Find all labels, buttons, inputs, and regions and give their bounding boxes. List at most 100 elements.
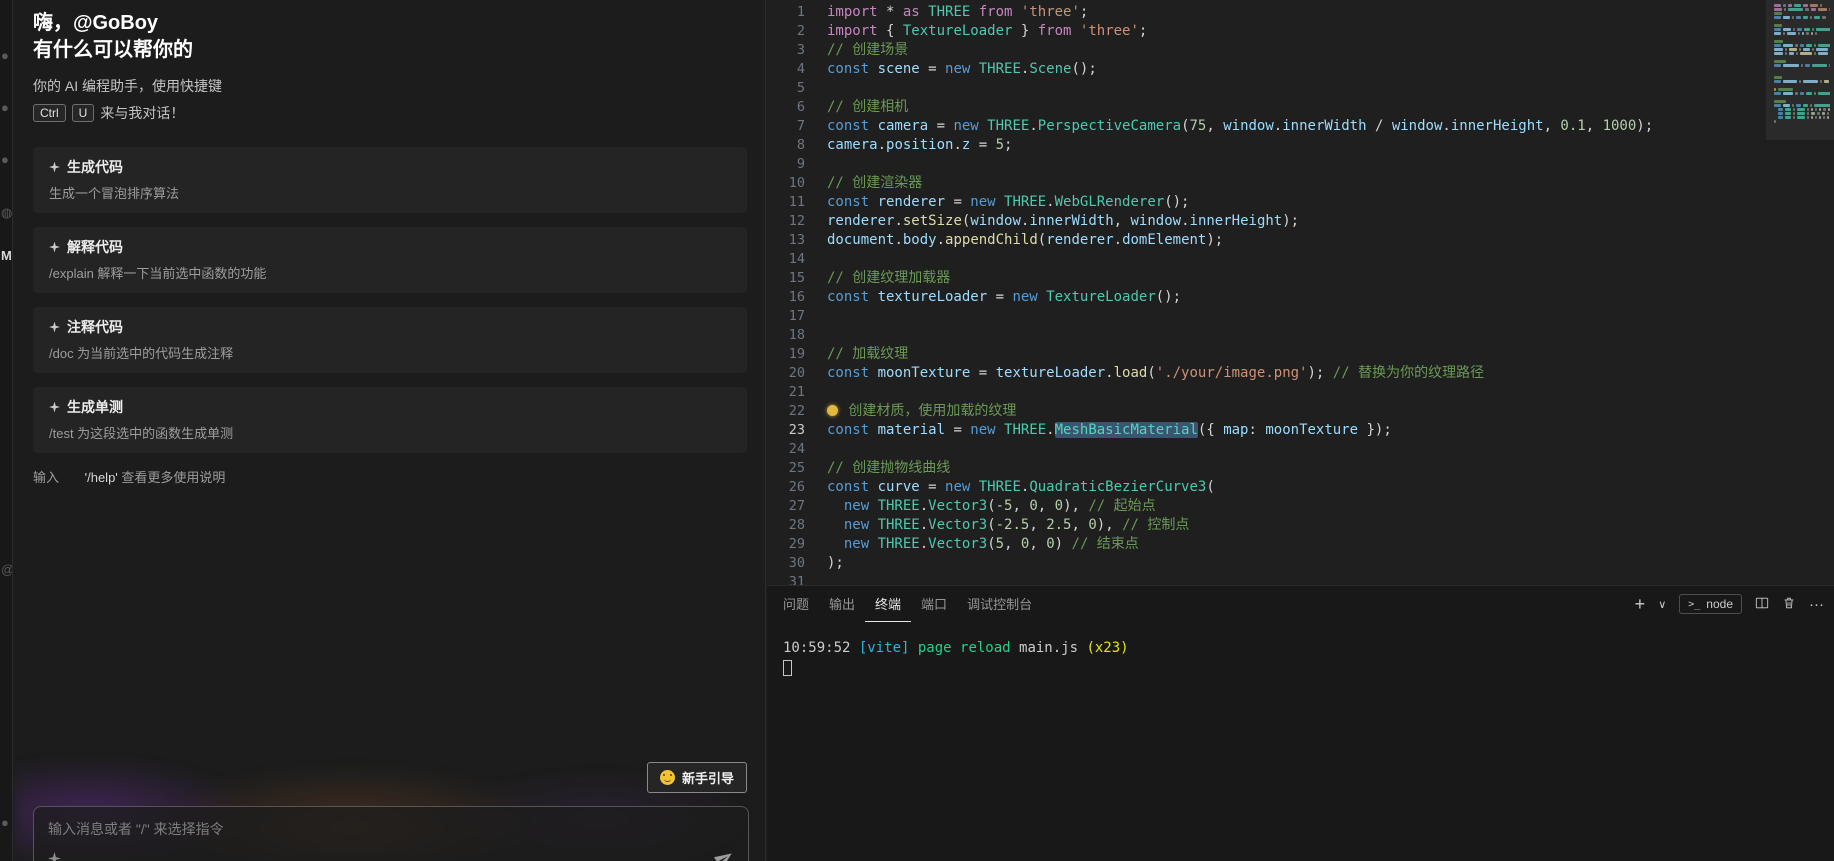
chat-input[interactable]: 输入消息或者 "/" 来选择指令 (33, 806, 749, 861)
card-desc: /explain 解释一下当前选中函数的功能 (49, 265, 731, 282)
code-line[interactable]: 14 (767, 250, 1834, 269)
panel-tab[interactable]: 终端 (865, 586, 911, 622)
line-number: 19 (767, 345, 805, 364)
card-title: 解释代码 (67, 238, 123, 256)
code-line[interactable]: 18 (767, 326, 1834, 345)
line-number: 31 (767, 573, 805, 585)
activity-bar-icon[interactable]: ◍ (1, 205, 13, 221)
new-terminal-icon[interactable]: + (1635, 595, 1646, 613)
card-title-row: 生成代码 (49, 158, 731, 176)
help-hint-prefix: 输入 (33, 470, 63, 485)
sparkle-icon[interactable] (48, 852, 61, 861)
terminal-profile-chip[interactable]: >_ node (1679, 594, 1742, 614)
code-line[interactable]: 7const camera = new THREE.PerspectiveCam… (767, 117, 1834, 136)
panel-tab[interactable]: 调试控制台 (957, 586, 1042, 622)
code-line[interactable]: 13document.body.appendChild(renderer.dom… (767, 231, 1834, 250)
code-line[interactable]: 12renderer.setSize(window.innerWidth, wi… (767, 212, 1834, 231)
line-number: 30 (767, 554, 805, 573)
chevron-down-icon[interactable]: ∨ (1658, 600, 1666, 611)
more-icon[interactable]: ··· (1809, 597, 1824, 612)
send-icon[interactable] (715, 849, 734, 861)
line-number: 12 (767, 212, 805, 231)
split-terminal-icon[interactable] (1755, 596, 1769, 613)
sparkle-icon (49, 242, 60, 253)
onboarding-button[interactable]: 新手引导 (647, 762, 747, 793)
code-line[interactable]: 28 new THREE.Vector3(-2.5, 2.5, 0), // 控… (767, 516, 1834, 535)
activity-bar-icon[interactable]: ● (1, 152, 13, 167)
code-line[interactable]: 9 (767, 155, 1834, 174)
code-line[interactable]: 10// 创建渲染器 (767, 174, 1834, 193)
code-line[interactable]: 24 (767, 440, 1834, 459)
line-number: 14 (767, 250, 805, 269)
code-line[interactable]: 20const moonTexture = textureLoader.load… (767, 364, 1834, 383)
app-window: ● ● ● ◍ M @ ● 嗨，@GoBoy 有什么可以帮你的 你的 AI 编程助手，使用快… (0, 0, 1834, 861)
ai-assistant-panel: 嗨，@GoBoy 有什么可以帮你的 你的 AI 编程助手，使用快捷键 Ctrl … (13, 0, 766, 861)
code-line[interactable]: 1import * as THREE from 'three'; (767, 3, 1834, 22)
code-line[interactable]: 16const textureLoader = new TextureLoade… (767, 288, 1834, 307)
smiley-icon (660, 770, 675, 785)
trash-icon[interactable] (1782, 596, 1796, 613)
code-line[interactable]: 2import { TextureLoader } from 'three'; (767, 22, 1834, 41)
card-generate-tests[interactable]: 生成单测 /test 为这段选中的函数生成单测 (33, 387, 747, 453)
code-line[interactable]: 6// 创建相机 (767, 98, 1834, 117)
card-desc: /test 为这段选中的函数生成单测 (49, 425, 731, 442)
code-editor[interactable]: 1import * as THREE from 'three';2import … (767, 0, 1834, 585)
panel-tab[interactable]: 端口 (911, 586, 957, 622)
code-line[interactable]: 19// 加载纹理 (767, 345, 1834, 364)
bottom-panel: 问题输出终端端口调试控制台 + ∨ >_ node ··· (767, 585, 1834, 861)
code-line[interactable]: 11const renderer = new THREE.WebGLRender… (767, 193, 1834, 212)
card-title: 注释代码 (67, 318, 123, 336)
activity-bar-icon[interactable]: ● (1, 48, 13, 63)
line-number: 1 (767, 3, 805, 22)
card-comment-code[interactable]: 注释代码 /doc 为当前选中的代码生成注释 (33, 307, 747, 373)
code-line[interactable]: 17 (767, 307, 1834, 326)
line-number: 15 (767, 269, 805, 288)
code-line[interactable]: 23const material = new THREE.MeshBasicMa… (767, 421, 1834, 440)
panel-controls: + ∨ >_ node ··· (1635, 586, 1824, 622)
code-line[interactable]: 26const curve = new THREE.QuadraticBezie… (767, 478, 1834, 497)
shortcut-hint-text: 来与我对话！ (100, 103, 184, 123)
code-line[interactable]: 15// 创建纹理加载器 (767, 269, 1834, 288)
minimap[interactable] (1766, 0, 1834, 260)
card-desc: 生成一个冒泡排序算法 (49, 185, 731, 202)
code-line[interactable]: 3// 创建场景 (767, 41, 1834, 60)
shortcut-hint: Ctrl U 来与我对话！ (33, 103, 747, 123)
card-title: 生成代码 (67, 158, 123, 176)
card-explain-code[interactable]: 解释代码 /explain 解释一下当前选中函数的功能 (33, 227, 747, 293)
activity-bar-icon[interactable]: ● (1, 100, 13, 115)
code-line[interactable]: 31 (767, 573, 1834, 585)
line-number: 22 (767, 402, 805, 421)
line-number: 26 (767, 478, 805, 497)
key-ctrl: Ctrl (33, 104, 66, 122)
code-line[interactable]: 21 (767, 383, 1834, 402)
assistant-greeting: 嗨，@GoBoy 有什么可以帮你的 (33, 10, 747, 64)
code-line[interactable]: 30); (767, 554, 1834, 573)
line-number: 21 (767, 383, 805, 402)
line-number: 16 (767, 288, 805, 307)
line-number: 13 (767, 231, 805, 250)
code-line[interactable]: 27 new THREE.Vector3(-5, 0, 0), // 起始点 (767, 497, 1834, 516)
terminal[interactable]: 10:59:52 [vite] page reload main.js (x23… (767, 622, 1834, 676)
lightbulb-icon[interactable] (827, 405, 838, 416)
code-line[interactable]: 25// 创建抛物线曲线 (767, 459, 1834, 478)
code-lines: 1import * as THREE from 'three';2import … (767, 0, 1834, 585)
code-line[interactable]: 5 (767, 79, 1834, 98)
card-generate-code[interactable]: 生成代码 生成一个冒泡排序算法 (33, 147, 747, 213)
panel-tab[interactable]: 输出 (819, 586, 865, 622)
code-line[interactable]: 4const scene = new THREE.Scene(); (767, 60, 1834, 79)
line-number: 11 (767, 193, 805, 212)
code-line[interactable]: 29 new THREE.Vector3(5, 0, 0) // 结束点 (767, 535, 1834, 554)
code-line[interactable]: 8camera.position.z = 5; (767, 136, 1834, 155)
sparkle-icon (49, 162, 60, 173)
panel-tabbar: 问题输出终端端口调试控制台 + ∨ >_ node ··· (767, 586, 1834, 622)
line-number: 27 (767, 497, 805, 516)
activity-bar-icon[interactable]: M (1, 248, 13, 263)
line-number: 3 (767, 41, 805, 60)
activity-bar-icon[interactable]: @ (1, 562, 13, 577)
panel-tab[interactable]: 问题 (773, 586, 819, 622)
code-line[interactable]: 22 创建材质，使用加载的纹理 (767, 402, 1834, 421)
panel-tabs: 问题输出终端端口调试控制台 (773, 586, 1042, 622)
activity-bar-icon[interactable]: ● (1, 815, 13, 830)
key-u: U (72, 104, 95, 122)
card-title: 生成单测 (67, 398, 123, 416)
